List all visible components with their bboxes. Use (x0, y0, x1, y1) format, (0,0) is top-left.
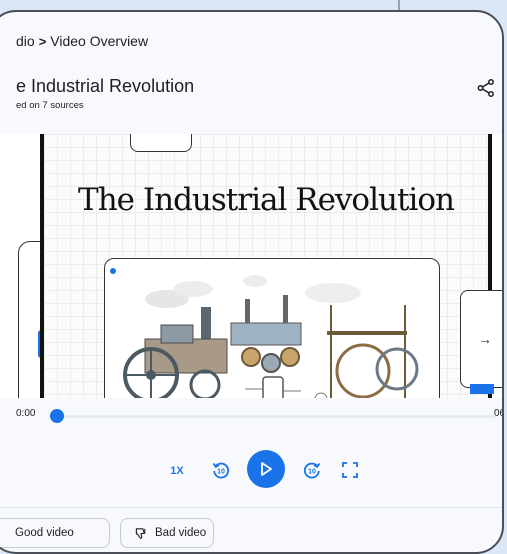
video-frame: The Industrial Revolution (40, 134, 492, 398)
overview-title: e Industrial Revolution (16, 76, 195, 96)
share-button[interactable] (476, 78, 496, 98)
breadcrumb-parent[interactable]: dio (16, 33, 35, 49)
divider (0, 507, 502, 508)
next-slide-button[interactable]: → (460, 290, 502, 388)
video-stage[interactable]: The Industrial Revolution → (0, 134, 502, 398)
play-button[interactable] (247, 450, 285, 488)
play-icon (261, 462, 272, 476)
video-overview-panel: dio > Video Overview e Industrial Revoluti… (0, 10, 504, 554)
breadcrumb: dio > Video Overview (16, 33, 148, 49)
progress-track[interactable] (56, 415, 496, 418)
bad-video-button[interactable]: Bad video (120, 518, 214, 548)
share-icon (477, 79, 494, 97)
thumbs-down-icon (135, 527, 146, 539)
fullscreen-button[interactable] (342, 462, 358, 478)
progress-knob[interactable] (50, 409, 64, 423)
chevron-right-icon: > (38, 34, 47, 49)
time-current: 0:00 (16, 408, 36, 419)
breadcrumb-current: Video Overview (50, 33, 149, 49)
forward-button[interactable]: 10 (302, 460, 322, 480)
decorative-box (130, 134, 192, 152)
industrial-machines-illustration (110, 268, 419, 398)
good-video-button[interactable]: Good video (0, 518, 110, 548)
playback-speed-button[interactable]: 1X (166, 463, 188, 479)
forward-10-icon: 10 (303, 462, 321, 479)
rewind-10-icon: 10 (212, 462, 230, 479)
rewind-button[interactable]: 10 (211, 460, 231, 480)
arrow-right-icon: → (478, 331, 492, 347)
forward-seconds: 10 (308, 469, 316, 476)
slide-title: The Industrial Revolution (78, 182, 455, 218)
fullscreen-icon (342, 462, 358, 478)
slide-illustration (104, 258, 440, 398)
rewind-seconds: 10 (217, 469, 225, 476)
overview-subtitle: ed on 7 sources (16, 100, 84, 111)
decorative-accent (470, 384, 494, 394)
